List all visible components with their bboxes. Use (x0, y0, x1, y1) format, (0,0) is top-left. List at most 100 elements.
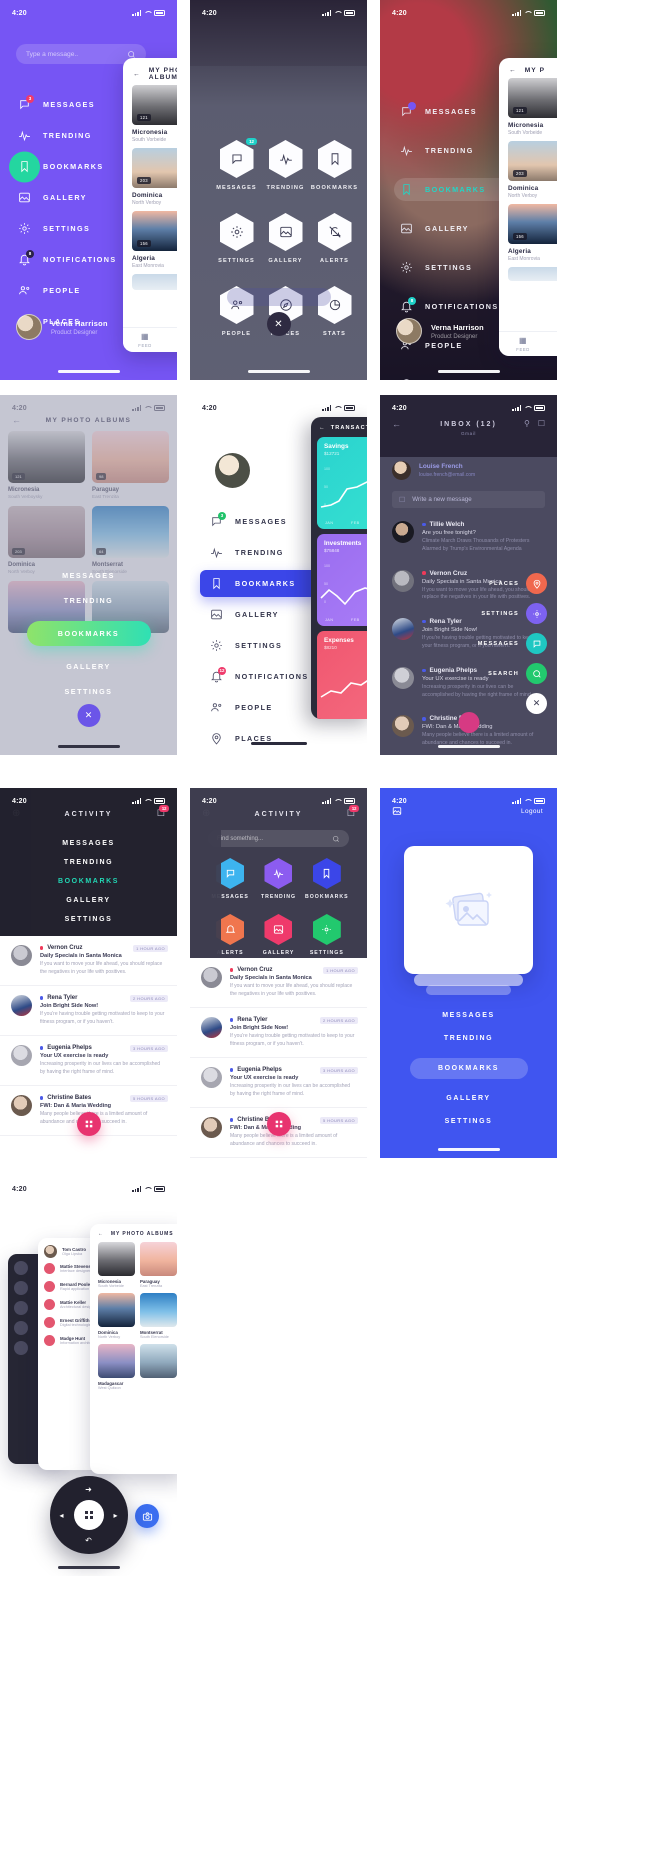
feed-row[interactable]: Vernon Cruz Daily Specials in Santa Moni… (190, 958, 367, 1008)
hex-tile-gallery[interactable]: GALLERY (263, 914, 295, 956)
sidebar-item-bookmarks[interactable]: BOOKMARKS (9, 151, 117, 182)
user-profile[interactable]: Verna Harrison Product Designer (16, 314, 108, 340)
close-icon[interactable]: ✕ (526, 693, 547, 714)
feed-row[interactable]: Eugenia Phelps Your UX exercise is ready… (190, 1058, 367, 1108)
album-thumb[interactable]: 156 (508, 204, 557, 244)
hex-tile-bookmarks[interactable]: BOOKMARKS (310, 140, 359, 191)
sidebar-item-trending[interactable]: TRENDING (18, 129, 117, 142)
back-arrow-icon[interactable]: ← (509, 67, 517, 74)
hex-tile-settings[interactable]: SETTINGS (310, 914, 344, 956)
feed-row[interactable]: Rena Tyler Join Bright Side Now! If you'… (190, 1008, 367, 1058)
album-thumb[interactable]: 121 (132, 85, 177, 125)
tab-feed[interactable]: ▦ FEED (516, 336, 530, 352)
menu-item-gallery[interactable]: GALLERY (446, 1095, 490, 1102)
sidebar-item-notifications[interactable]: 12 NOTIFICATIONS (210, 667, 318, 683)
play-icon[interactable]: ◂ (60, 1511, 64, 1520)
fab-action-messages[interactable]: MESSAGES (478, 633, 547, 654)
album-cell[interactable]: Micronesia South Vorbeide (98, 1242, 135, 1288)
avatar[interactable] (215, 453, 250, 488)
sidebar-item-notifications[interactable]: 8 NOTIFICATIONS (18, 250, 117, 266)
overlay-item-trending[interactable]: TRENDING (64, 596, 114, 605)
search-input[interactable]: Find something... (208, 830, 349, 847)
menu-item-bookmarks[interactable]: BOOKMARKS (409, 1058, 528, 1079)
hex-tile-gallery[interactable]: GALLERY (261, 213, 310, 264)
apps-icon[interactable] (458, 712, 479, 733)
overlay-item-bookmarks[interactable]: BOOKMARKS (26, 621, 151, 646)
sidebar-item-people[interactable]: PEOPLE (210, 701, 318, 714)
sidebar-item-people[interactable]: PEOPLE (18, 284, 117, 297)
camera-icon[interactable] (135, 1504, 159, 1528)
menu-item-trending[interactable]: TRENDING (444, 1035, 493, 1042)
sidebar-item-places[interactable]: PLACES (394, 373, 546, 380)
album-cell[interactable]: Dominica North Verboy (98, 1293, 135, 1339)
overlay-item-messages[interactable]: MESSAGES (62, 571, 115, 580)
feed-row[interactable]: Vernon Cruz Daily Specials in Santa Moni… (0, 936, 177, 986)
fab-action-places[interactable]: PLACES (489, 573, 547, 594)
sidebar-item-messages[interactable]: 3 MESSAGES (210, 512, 318, 528)
transaction-card-investments[interactable]: Investments $75848 100 50 0 JAN FEB (317, 534, 367, 626)
apps-icon[interactable] (76, 1112, 101, 1136)
menu-item-trending[interactable]: TRENDING (64, 859, 113, 866)
transaction-card-savings[interactable]: Savings $12721 100 50 0 JAN FEB (317, 437, 367, 529)
menu-item-messages[interactable]: MESSAGES (62, 840, 114, 847)
album-cell[interactable]: Montserrat South Elenorside (140, 1293, 177, 1339)
close-icon[interactable]: ✕ (77, 704, 100, 727)
archive-icon[interactable]: ☐ (538, 419, 545, 428)
sidebar-item-trending[interactable]: TRENDING (210, 546, 318, 559)
album-cell[interactable] (140, 1344, 177, 1390)
transaction-card-expenses[interactable]: Expenses $8210 (317, 631, 367, 719)
compose-input[interactable]: ☐ Write a new message (392, 491, 545, 508)
apps-icon[interactable] (73, 1500, 104, 1530)
mini-screen-albums[interactable]: ← MY PHOTO ALBUMS Micronesia South Vorbe… (90, 1224, 177, 1474)
feed-row[interactable]: Rena Tyler Join Bright Side Now! If you'… (0, 986, 177, 1036)
mail-row[interactable]: Tillie Welch Are you free tonight? Clima… (380, 513, 557, 562)
fab-action-settings[interactable]: SETTINGS (481, 603, 547, 624)
hex-tile-trending[interactable]: TRENDING (261, 140, 310, 191)
hex-tile-alerts[interactable]: ALERTS (310, 213, 359, 264)
fab-action-search[interactable]: SEARCH (488, 663, 547, 684)
hex-tile-trending[interactable]: TRENDING (261, 858, 296, 900)
sidebar-item-gallery[interactable]: GALLERY (210, 608, 318, 621)
menu-item-gallery[interactable]: GALLERY (66, 897, 110, 904)
album-cell[interactable]: Madagascar West Quitzon (98, 1344, 135, 1390)
feed-row[interactable]: Eugenia Phelps Your UX exercise is ready… (0, 1036, 177, 1086)
radial-control[interactable]: ➜ ↶ ◂ ▸ (49, 1476, 128, 1554)
inbox-icon[interactable]: ☐ 12 (157, 805, 169, 819)
apps-icon[interactable] (266, 1112, 291, 1136)
sidebar-item-settings[interactable]: SETTINGS (210, 639, 318, 652)
close-icon[interactable]: ✕ (266, 312, 291, 336)
back-arrow-icon[interactable]: ← (133, 71, 141, 78)
menu-item-bookmarks[interactable]: BOOKMARKS (58, 878, 119, 885)
album-cell[interactable]: Paraguay East Trenzita (140, 1242, 177, 1288)
album-thumb[interactable]: 203 (508, 141, 557, 181)
inbox-icon[interactable]: ☐ 12 (347, 805, 359, 819)
menu-item-messages[interactable]: MESSAGES (442, 1012, 494, 1019)
image-icon[interactable] (392, 806, 402, 819)
menu-item-settings[interactable]: SETTINGS (65, 916, 113, 923)
overlay-item-gallery[interactable]: GALLERY (66, 662, 111, 671)
album-thumb[interactable]: 203 (132, 148, 177, 188)
hex-tile-settings[interactable]: SETTINGS (212, 213, 261, 264)
hex-tile-bookmarks[interactable]: BOOKMARKS (305, 858, 349, 900)
search-icon[interactable]: ⚲ (524, 419, 530, 428)
album-thumb[interactable]: 121 (508, 78, 557, 118)
fab-close-row[interactable]: ✕ (526, 693, 547, 714)
hex-tile-messages[interactable]: 12 MESSAGES (212, 138, 261, 191)
user-profile[interactable]: Verna Harrison Product Designer (396, 318, 484, 344)
album-thumb[interactable]: 156 (132, 211, 177, 251)
menu-item-settings[interactable]: SETTINGS (445, 1118, 493, 1125)
cursor-icon[interactable]: ➜ (85, 1485, 92, 1494)
album-thumb[interactable] (508, 267, 557, 281)
play-icon[interactable]: ▸ (113, 1511, 117, 1520)
sidebar-item-gallery[interactable]: GALLERY (18, 191, 117, 204)
tab-feed[interactable]: ▦ FEED (138, 332, 152, 348)
sidebar-item-messages[interactable]: 3 MESSAGES (18, 95, 117, 111)
album-thumb[interactable] (132, 274, 177, 290)
undo-icon[interactable]: ↶ (85, 1536, 92, 1545)
overlay-item-settings[interactable]: SETTINGS (65, 687, 113, 696)
back-arrow-icon[interactable]: ← (98, 1231, 104, 1237)
account-row[interactable]: Louise French louise.french@email.com (380, 461, 557, 480)
sidebar-item-bookmarks[interactable]: BOOKMARKS (200, 570, 328, 597)
sidebar-item-settings[interactable]: SETTINGS (18, 222, 117, 235)
back-arrow-icon[interactable]: ← (319, 425, 326, 431)
